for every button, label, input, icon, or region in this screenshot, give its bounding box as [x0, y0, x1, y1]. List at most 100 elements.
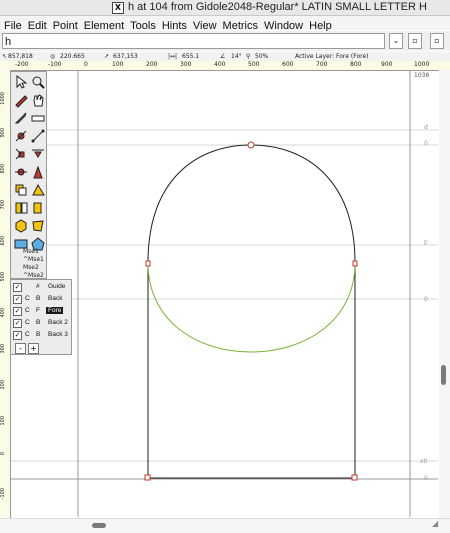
cursor-position: 857,818 — [8, 53, 33, 60]
glyph-canvas[interactable] — [11, 71, 438, 517]
horizontal-scrollbar[interactable] — [0, 518, 450, 533]
ruler-tick-label: 200 — [146, 61, 158, 68]
mouse-button-2-label: Mse2 — [23, 264, 39, 271]
mouse-button-2-ctrl-label: ^Mse2 — [23, 272, 44, 279]
guide-label: 1036 — [414, 72, 430, 79]
glyph-name-input[interactable]: h — [2, 33, 385, 49]
x11-app-icon: X — [112, 2, 124, 14]
layers-palette: ✓ # Guide ✓ C B Back ✓ C F Fore ✓ C B Ba… — [10, 279, 72, 355]
ruler-tick-label: 300 — [180, 61, 192, 68]
pen-icon[interactable] — [30, 164, 46, 180]
delta-value: 637,153 — [113, 53, 138, 60]
corner-point-icon[interactable] — [13, 146, 29, 162]
curve-point-icon[interactable] — [13, 128, 29, 144]
scroll-hand-icon[interactable] — [30, 92, 46, 108]
control-point[interactable] — [351, 474, 358, 481]
control-point[interactable] — [352, 260, 358, 267]
title-bar: X h at 104 from Gidole2048-Regular* LATI… — [0, 0, 450, 16]
window-title: h at 104 from Gidole2048-Regular* LATIN … — [128, 1, 427, 13]
glyph-dropdown-button[interactable]: ⌄ — [389, 33, 403, 49]
remove-layer-button[interactable]: - — [15, 343, 26, 354]
ruler-tick-label: 900 — [0, 128, 6, 138]
ruler-tick-label: 1000 — [414, 61, 430, 68]
horizontal-ruler: -200 -100 0 100 200 300 400 500 600 700 … — [0, 61, 450, 71]
layer-name: Back — [48, 295, 63, 302]
rotate-icon[interactable] — [30, 200, 46, 216]
ruler-tick-label: 400 — [0, 308, 6, 318]
layer-row-back[interactable]: ✓ C B Back — [11, 294, 71, 305]
ruler-tick-label: 700 — [316, 61, 328, 68]
ruler-tick-label: 100 — [0, 416, 6, 426]
layer-visible-checkbox[interactable]: ✓ — [13, 331, 22, 340]
horizontal-scroll-thumb[interactable] — [92, 523, 106, 528]
layer-selector-button[interactable]: ▫ — [408, 33, 422, 49]
pointer-icon[interactable] — [13, 74, 29, 90]
vertical-scrollbar[interactable] — [439, 70, 450, 519]
ruler-tick-label: 600 — [0, 236, 6, 246]
zoom-icon: ⚲ — [246, 53, 251, 60]
length-value: 655.1 — [182, 53, 200, 60]
ruler-tick-label: 900 — [381, 61, 393, 68]
flip-icon[interactable] — [13, 200, 29, 216]
layer-kind: # — [36, 283, 40, 290]
tangent-point-icon[interactable] — [30, 146, 46, 162]
vertical-scroll-thumb[interactable] — [441, 365, 446, 385]
magnify-icon[interactable] — [30, 74, 46, 90]
layer-type: C — [25, 331, 30, 338]
control-point[interactable] — [145, 260, 151, 267]
distance-value: 220.665 — [60, 53, 85, 60]
control-point[interactable] — [247, 141, 255, 149]
layer-row-back-2[interactable]: ✓ C B Back 2 — [11, 318, 71, 329]
resize-grip-icon[interactable]: ◢ — [432, 519, 442, 529]
ruler-icon[interactable] — [30, 110, 46, 126]
layer-row-back-3[interactable]: ✓ C B Back 3 — [11, 330, 71, 341]
zoom-value: 50% — [255, 53, 269, 60]
origin-lines — [11, 71, 438, 517]
bowl-curve[interactable] — [147, 262, 356, 353]
mouse-button-1-label: Mse1 — [23, 248, 39, 255]
ruler-tick-label: 600 — [282, 61, 294, 68]
layer-visible-checkbox[interactable]: ✓ — [13, 319, 22, 328]
guide-label: x0 — [420, 458, 428, 465]
mouse-button-1-ctrl-label: ^Mse1 — [23, 256, 44, 263]
scale-icon[interactable] — [13, 182, 29, 198]
angle-value: 14° — [231, 53, 242, 60]
knife-icon[interactable] — [13, 110, 29, 126]
freehand-icon[interactable] — [13, 92, 29, 108]
layer-kind: B — [36, 319, 41, 326]
guide-label: 0 — [424, 475, 428, 482]
ruler-tick-label: -200 — [15, 61, 29, 68]
ruler-tick-label: 500 — [0, 272, 6, 282]
delta-icon: ↗ — [104, 53, 110, 60]
ruler-tick-label: 800 — [0, 164, 6, 174]
skew-icon[interactable] — [30, 182, 46, 198]
hvcurve-point-icon[interactable] — [13, 164, 29, 180]
guide-label: 0 — [424, 140, 428, 147]
layer-visible-checkbox[interactable]: ✓ — [13, 283, 22, 292]
ruler-tick-label: 100 — [112, 61, 124, 68]
ruler-tick-label: 500 — [248, 61, 260, 68]
guide-label: d — [424, 124, 428, 131]
active-layer-label: Active Layer: Fore (Fore) — [295, 53, 369, 60]
3d-rotate-icon[interactable] — [30, 218, 46, 234]
perspective-icon[interactable] — [13, 218, 29, 234]
layer-visible-checkbox[interactable]: ✓ — [13, 307, 22, 316]
outer-contour[interactable] — [147, 144, 356, 479]
line-tool-icon[interactable] — [30, 128, 46, 144]
layer-row-fore[interactable]: ✓ C F Fore — [11, 306, 71, 317]
layer-type: C — [25, 295, 30, 302]
guide-label: E — [424, 240, 428, 247]
layer-row-guide[interactable]: ✓ # Guide — [11, 282, 71, 293]
toolbox-palette: Mse1 ^Mse1 Mse2 ^Mse2 — [10, 71, 47, 279]
layer-kind: B — [36, 331, 41, 338]
view-selector-button[interactable]: ▫ — [430, 33, 444, 49]
layer-visible-checkbox[interactable]: ✓ — [13, 295, 22, 304]
add-layer-button[interactable]: + — [28, 343, 39, 354]
ruler-tick-label: -100 — [0, 488, 6, 500]
ruler-tick-label: 0 — [0, 452, 6, 456]
glyph-name-row: h ⌄ ▫ ▫ — [0, 31, 450, 51]
control-point[interactable] — [144, 474, 151, 481]
glyph-outline-svg — [11, 71, 438, 517]
ruler-tick-label: 400 — [214, 61, 226, 68]
layer-type: C — [25, 307, 30, 314]
